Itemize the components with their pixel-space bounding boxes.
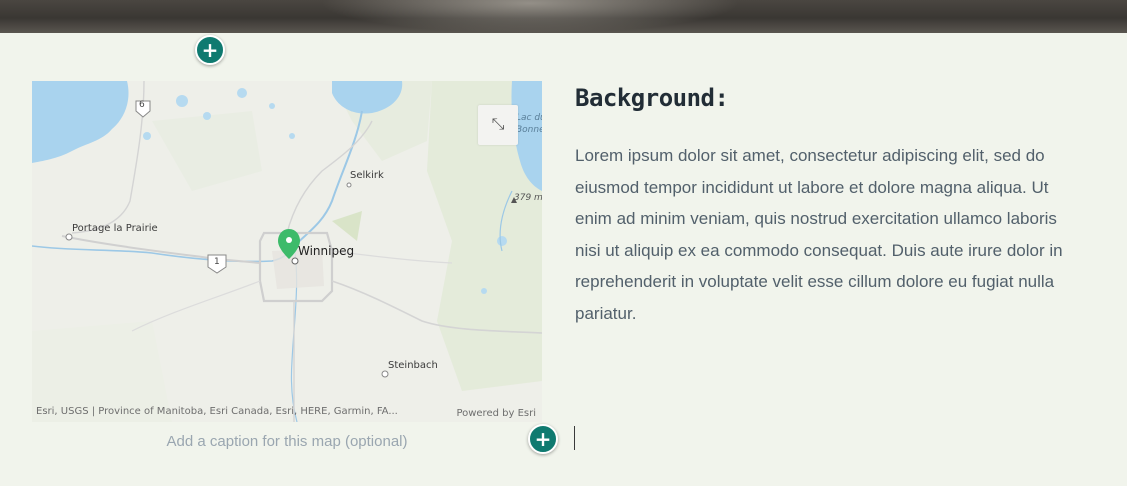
map-label-selkirk: Selkirk: [350, 170, 384, 181]
text-cursor: [574, 426, 575, 450]
hero-image-sheen: [320, 0, 740, 33]
plus-icon: +: [534, 427, 552, 451]
expand-map-button[interactable]: ⤡: [478, 105, 518, 145]
map-label-elevation: 379 m: [514, 193, 542, 203]
plus-icon: +: [201, 38, 219, 62]
powered-by-esri[interactable]: Powered by Esri: [456, 408, 536, 419]
add-block-button-bottom[interactable]: +: [528, 424, 558, 454]
map-embed[interactable]: 6 1 Winnipeg Selkirk Portage la Prairie …: [32, 81, 542, 422]
map-canvas[interactable]: [32, 81, 542, 422]
map-label-winnipeg: Winnipeg: [298, 244, 355, 258]
hero-image-strip: [0, 0, 1127, 33]
map-caption-input[interactable]: Add a caption for this map (optional): [32, 433, 542, 450]
body-paragraph[interactable]: Lorem ipsum dolor sit amet, consectetur …: [575, 140, 1075, 329]
map-label-bonnet: Bonnet: [516, 125, 542, 135]
map-label-hwy1: 1: [214, 257, 220, 267]
map-attribution: Esri, USGS | Province of Manitoba, Esri …: [36, 406, 398, 417]
map-label-steinbach: Steinbach: [388, 360, 438, 371]
add-block-button-top[interactable]: +: [195, 35, 225, 65]
map-label-hwy6: 6: [139, 100, 145, 110]
map-label-portage: Portage la Prairie: [72, 223, 158, 234]
section-heading[interactable]: Background:: [575, 84, 729, 112]
expand-icon: ⤡: [491, 116, 505, 133]
map-label-lac-du: Lac du: [516, 113, 542, 123]
